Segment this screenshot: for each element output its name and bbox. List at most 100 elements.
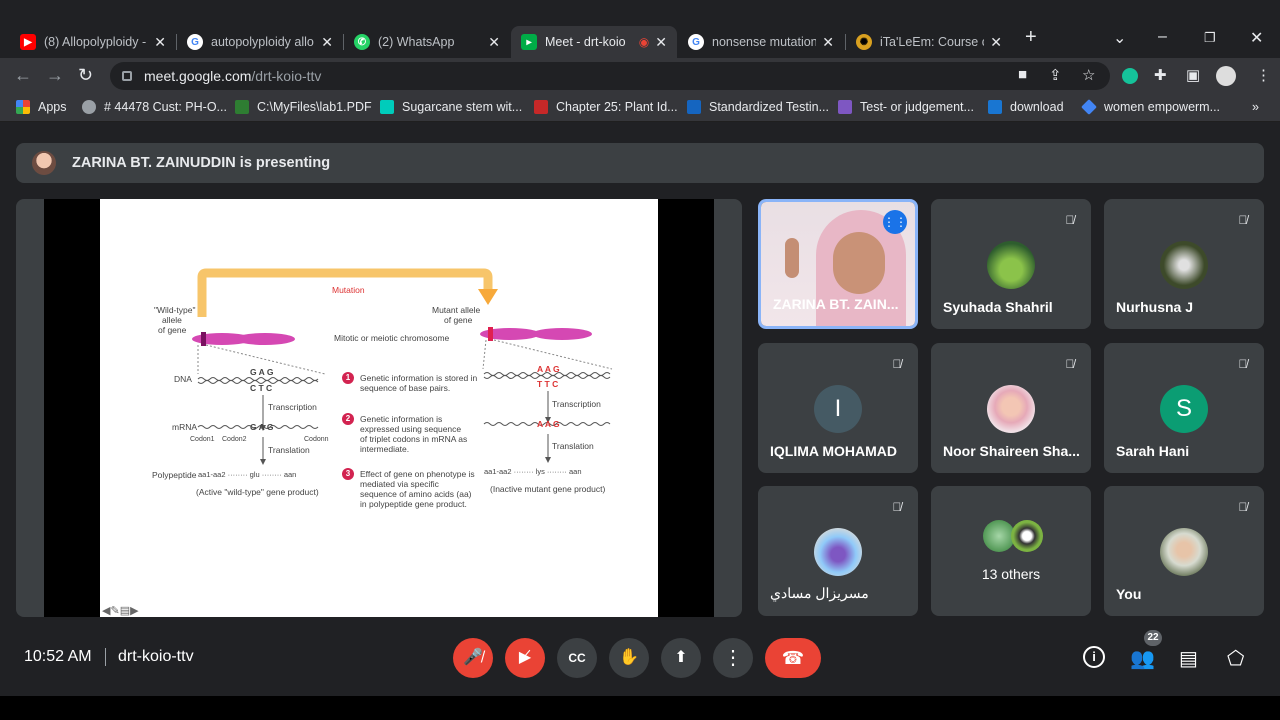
participant-name: مسريزال مسادي — [770, 585, 869, 601]
omnibox[interactable]: meet.google.com/drt-koio-ttv — [110, 62, 1110, 90]
close-icon[interactable]: ✕ — [655, 34, 667, 51]
chromosome-label: Mitotic or meiotic chromosome — [334, 333, 450, 343]
bookmark-cust[interactable]: # 44478 Cust: PH-O... — [82, 100, 227, 114]
present-button[interactable]: ⬆ — [661, 638, 701, 678]
raise-hand-button[interactable]: ✋ — [609, 638, 649, 678]
mic-off-icon: 🎙̸ — [1065, 213, 1075, 227]
avatar: I — [814, 385, 862, 433]
bookmark-chapter25[interactable]: Chapter 25: Plant Id... — [534, 100, 678, 114]
profile-avatar[interactable] — [1216, 66, 1236, 86]
bookmark-test[interactable]: Test- or judgement... — [838, 100, 974, 114]
activities-icon[interactable]: ⬠ — [1227, 646, 1244, 671]
tab-meet[interactable]: ▸ Meet - drt-koio ◉ ✕ — [511, 26, 677, 58]
sidepanel-icon[interactable]: ▣ — [1186, 66, 1200, 84]
mutant-chromosome-right — [532, 328, 592, 340]
self-tile[interactable]: 🎙̸ You — [1104, 486, 1264, 616]
close-icon[interactable]: ✕ — [321, 34, 333, 51]
meeting-code: drt-koio-ttv — [118, 648, 194, 665]
restore-button[interactable]: ❐ — [1204, 30, 1216, 46]
mic-off-icon: 🎙̸ — [1065, 357, 1075, 371]
mutant-dna-top: A A G — [537, 364, 560, 374]
camera-icon[interactable]: ■ — [1018, 66, 1027, 83]
wild-dna-top: G A G — [250, 367, 274, 377]
others-tile[interactable]: 13 others — [931, 486, 1091, 616]
tab-nonsense-mutation[interactable]: G nonsense mutation ✕ — [678, 26, 844, 58]
bookmark-download[interactable]: download — [988, 100, 1064, 114]
translation-label: Translation — [268, 445, 310, 455]
extensions-icon[interactable]: ✚ — [1154, 66, 1167, 84]
menu-icon[interactable]: ⋮ — [1256, 66, 1271, 84]
share-icon[interactable]: ⇪ — [1049, 66, 1062, 84]
mic-off-button[interactable]: 🎤̸ — [453, 638, 493, 678]
bookmark-women[interactable]: women empowerm... — [1081, 99, 1221, 115]
tab-title: (2) WhatsApp — [378, 35, 455, 49]
tab-autopolyploidy[interactable]: G autopolyploidy allo ✕ — [177, 26, 343, 58]
participant-name: IQLIMA MOHAMAD — [770, 443, 898, 459]
next-slide-icon[interactable]: ▶ — [130, 605, 138, 617]
back-icon[interactable]: ← — [14, 65, 32, 86]
youtube-icon: ▶ — [20, 34, 36, 50]
bookmark-label: women empowerm... — [1104, 100, 1221, 114]
url-path: /drt-koio-ttv — [251, 68, 322, 84]
bookmarks-overflow-button[interactable]: » — [1252, 100, 1259, 114]
participant-tile[interactable]: ⋮⋮ ZARINA BT. ZAIN... — [758, 199, 918, 329]
menu-icon[interactable]: ▤ — [120, 605, 130, 617]
star-icon[interactable]: ☆ — [1082, 66, 1095, 84]
bookmark-sugarcane[interactable]: Sugarcane stem wit... — [380, 100, 522, 114]
mutant-translation-label: Translation — [552, 441, 594, 451]
grammarly-icon[interactable] — [1122, 68, 1138, 84]
pen-icon[interactable]: ✎ — [110, 605, 119, 617]
participant-tile[interactable]: 🎙̸ Noor Shaireen Sha... — [931, 343, 1091, 473]
participant-tile[interactable]: 🎙̸ I IQLIMA MOHAMAD — [758, 343, 918, 473]
presentation-stage[interactable]: Mutation "Wild-type" allele of gene Muta… — [16, 199, 742, 617]
avatar — [1160, 241, 1208, 289]
info-icon[interactable]: i — [1083, 646, 1105, 668]
close-window-button[interactable]: ✕ — [1250, 28, 1263, 48]
presenting-banner: ZARINA BT. ZAINUDDIN is presenting — [16, 143, 1264, 183]
folder-icon — [235, 100, 249, 114]
tab-italeem[interactable]: ✺ iTa'LeEm: Course ca ✕ — [846, 26, 1012, 58]
participant-tile[interactable]: 🎙̸ Syuhada Shahril — [931, 199, 1091, 329]
participant-tile[interactable]: 🎙̸ S Sarah Hani — [1104, 343, 1264, 473]
participant-tile[interactable]: 🎙̸ Nurhusna J — [1104, 199, 1264, 329]
tab-whatsapp[interactable]: ✆ (2) WhatsApp ✕ — [344, 26, 510, 58]
meet-icon: ▸ — [521, 34, 537, 50]
step-3-badge: 3 — [342, 468, 354, 480]
camera-off-button[interactable]: ▶̸ — [505, 638, 545, 678]
participant-tile[interactable]: 🎙̸ مسريزال مسادي — [758, 486, 918, 616]
dna-label: DNA — [174, 374, 192, 384]
bookmark-apps[interactable]: Apps — [16, 100, 67, 114]
captions-button[interactable]: CC — [557, 638, 597, 678]
browser-tab-bar: ▶ (8) Allopolyploidy - ✕ G autopolyploid… — [0, 0, 1280, 58]
people-icon[interactable]: 👥 — [1130, 646, 1155, 671]
avatar: S — [1160, 385, 1208, 433]
close-icon[interactable]: ✕ — [154, 34, 166, 51]
close-icon[interactable]: ✕ — [990, 34, 1002, 51]
tab-search-chevron-icon[interactable]: ⌄ — [1113, 28, 1126, 48]
close-icon[interactable]: ✕ — [822, 34, 834, 51]
bottom-letterbox — [0, 696, 1280, 720]
bookmark-label: Apps — [38, 100, 67, 114]
tab-title: iTa'LeEm: Course ca — [880, 35, 985, 49]
url-domain: meet.google.com — [144, 68, 252, 84]
new-tab-button[interactable]: + — [1025, 26, 1037, 49]
diamond-icon — [1081, 99, 1097, 115]
step-1-text: Genetic information is stored in sequenc… — [360, 373, 478, 393]
hang-up-button[interactable]: ☎ — [765, 638, 821, 678]
minimize-button[interactable]: – — [1158, 28, 1167, 46]
chat-icon[interactable]: ▤ — [1179, 646, 1198, 671]
participant-name: Syuhada Shahril — [943, 299, 1053, 315]
slide-toolbar[interactable]: ◀✎▤▶ — [102, 604, 139, 617]
bookmark-standardized[interactable]: Standardized Testin... — [687, 100, 829, 114]
reload-icon[interactable]: ↻ — [78, 65, 93, 86]
bookmark-label: # 44478 Cust: PH-O... — [104, 100, 227, 114]
more-options-button[interactable]: ⋮ — [713, 638, 753, 678]
close-icon[interactable]: ✕ — [488, 34, 500, 51]
mic-off-icon: 🎙̸ — [892, 500, 902, 514]
bookmark-lab1[interactable]: C:\MyFiles\lab1.PDF — [235, 100, 372, 114]
participant-name: Noor Shaireen Sha... — [943, 443, 1080, 459]
mutation-label: Mutation — [332, 285, 365, 295]
wild-dna-bottom: C T C — [250, 383, 273, 393]
tab-allopolyploidy[interactable]: ▶ (8) Allopolyploidy - ✕ — [10, 26, 176, 58]
forward-icon[interactable]: → — [46, 65, 64, 86]
